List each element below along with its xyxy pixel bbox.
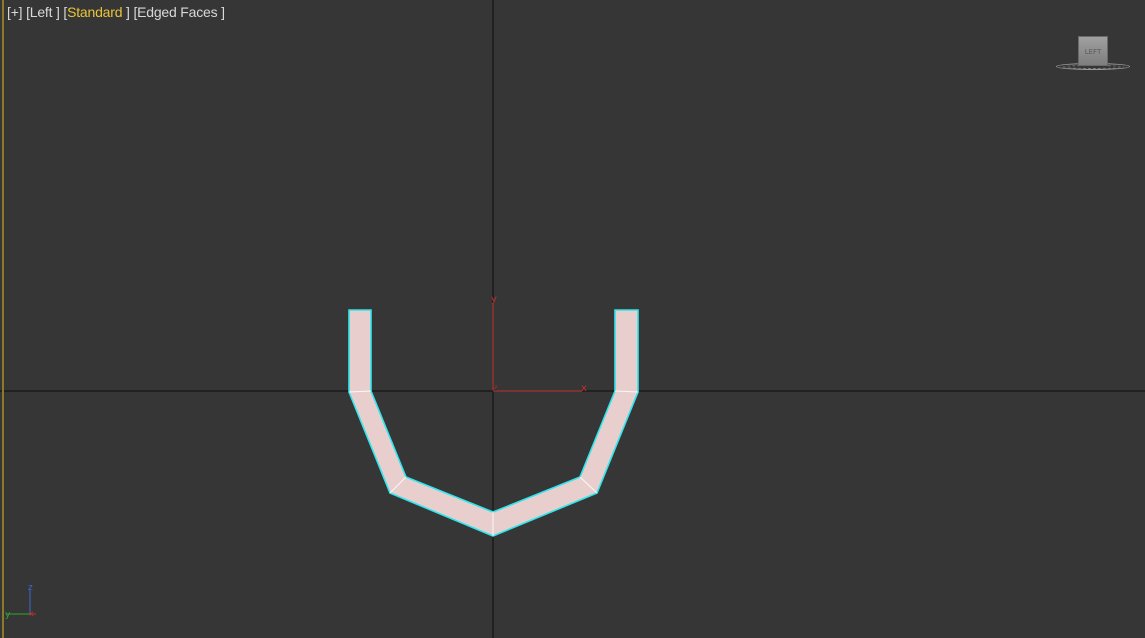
viewport-display-menu[interactable]: [Edged Faces ]	[133, 4, 225, 20]
viewport-left[interactable]: y z x [+] [Left ] [Standard ] [Edged Fac…	[0, 0, 1145, 638]
active-viewport-border	[2, 0, 4, 638]
transform-gizmo: y z x	[491, 294, 587, 394]
viewport-shading-close-bracket: ]	[126, 4, 130, 20]
gizmo-y-label: y	[491, 294, 497, 305]
viewcube[interactable]: LEFT	[1054, 34, 1132, 76]
tripod-z-label: z	[28, 583, 33, 593]
gizmo-x-label: x	[581, 383, 587, 394]
tripod-y-label: y	[5, 610, 11, 620]
viewcube-face-left[interactable]: LEFT	[1078, 36, 1108, 66]
viewport-label-menu: [+] [Left ] [Standard ] [Edged Faces ]	[7, 4, 225, 20]
viewport-shading-menu[interactable]: Standard	[67, 4, 122, 20]
viewport-plus-menu[interactable]: [+]	[7, 4, 23, 20]
tripod-x-label: x	[29, 609, 34, 618]
viewport-view-menu[interactable]: [Left ]	[26, 4, 60, 20]
viewport-scene: y z x	[0, 0, 1145, 638]
axis-tripod-icon: z y x	[5, 583, 36, 620]
gizmo-z-label: z	[492, 383, 497, 394]
